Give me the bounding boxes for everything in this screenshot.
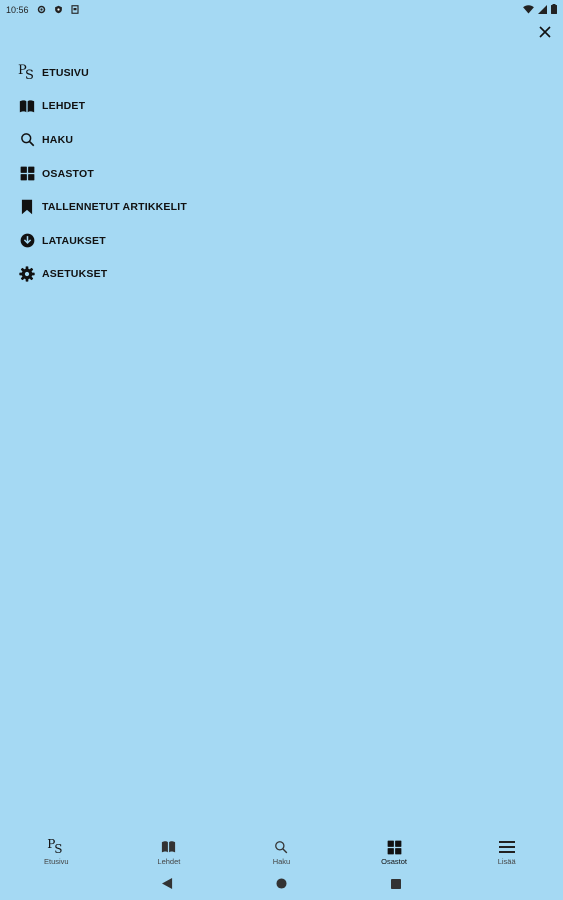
system-navigation [0, 870, 563, 900]
menu-item-haku[interactable]: HAKU [18, 123, 187, 157]
close-button[interactable] [535, 24, 555, 44]
wifi-icon [523, 4, 534, 16]
gear-icon [18, 265, 36, 283]
menu-item-label: HAKU [42, 133, 74, 146]
status-left: 10:56 [6, 4, 79, 16]
menu-item-asetukset[interactable]: ASETUKSET [18, 258, 187, 292]
bottom-navigation: PS Etusivu Lehdet Haku Osastot Lisää [0, 832, 563, 868]
signal-icon [538, 4, 547, 16]
home-circle-icon [276, 876, 287, 894]
bottom-nav-lisaa[interactable]: Lisää [450, 832, 563, 868]
bottom-nav-label: Etusivu [43, 857, 69, 866]
bottom-nav-lehdet[interactable]: Lehdet [113, 832, 226, 868]
menu-item-lataukset[interactable]: LATAUKSET [18, 224, 187, 258]
search-icon [274, 838, 288, 856]
home-button[interactable] [275, 878, 289, 892]
book-open-icon [161, 838, 176, 856]
search-icon [18, 131, 36, 149]
drawer-menu: PS ETUSIVU LEHDET HAKU OSASTOT TALLENNET… [18, 56, 187, 291]
bottom-nav-label: Lisää [497, 857, 516, 866]
bookmark-icon [18, 198, 36, 216]
menu-item-lehdet[interactable]: LEHDET [18, 90, 187, 124]
ps-logo-icon: PS [47, 837, 63, 856]
menu-item-label: LATAUKSET [42, 234, 106, 247]
shield-notification-icon [54, 5, 63, 16]
menu-item-label: ETUSIVU [42, 66, 89, 79]
back-triangle-icon [162, 876, 173, 894]
status-bar: 10:56 [0, 0, 563, 20]
menu-item-tallennetut-artikkelit[interactable]: TALLENNETUT ARTIKKELIT [18, 190, 187, 224]
bottom-nav-haku[interactable]: Haku [225, 832, 338, 868]
menu-item-label: TALLENNETUT ARTIKKELIT [42, 201, 187, 214]
bottom-nav-label: Osastot [381, 857, 407, 866]
settings-notification-icon [37, 5, 46, 16]
back-button[interactable] [161, 878, 175, 892]
status-right [523, 4, 557, 16]
menu-item-label: LEHDET [42, 100, 86, 113]
menu-item-label: OSASTOT [42, 167, 94, 180]
book-open-icon [18, 97, 36, 115]
status-time: 10:56 [6, 5, 29, 15]
grid-icon [18, 165, 36, 183]
storage-notification-icon [70, 4, 79, 16]
recents-button[interactable] [389, 878, 403, 892]
menu-item-label: ASETUKSET [42, 268, 108, 281]
menu-item-etusivu[interactable]: PS ETUSIVU [18, 56, 187, 90]
download-icon [18, 232, 36, 250]
ps-logo-icon: PS [18, 62, 34, 83]
bottom-nav-label: Haku [272, 857, 291, 866]
battery-icon [551, 4, 557, 16]
menu-icon [498, 838, 515, 856]
bottom-nav-etusivu[interactable]: PS Etusivu [0, 832, 113, 868]
bottom-nav-osastot[interactable]: Osastot [338, 832, 451, 868]
grid-icon [387, 838, 402, 856]
bottom-nav-label: Lehdet [157, 857, 181, 866]
recents-square-icon [390, 876, 401, 894]
menu-item-osastot[interactable]: OSASTOT [18, 157, 187, 191]
close-icon [539, 25, 551, 43]
